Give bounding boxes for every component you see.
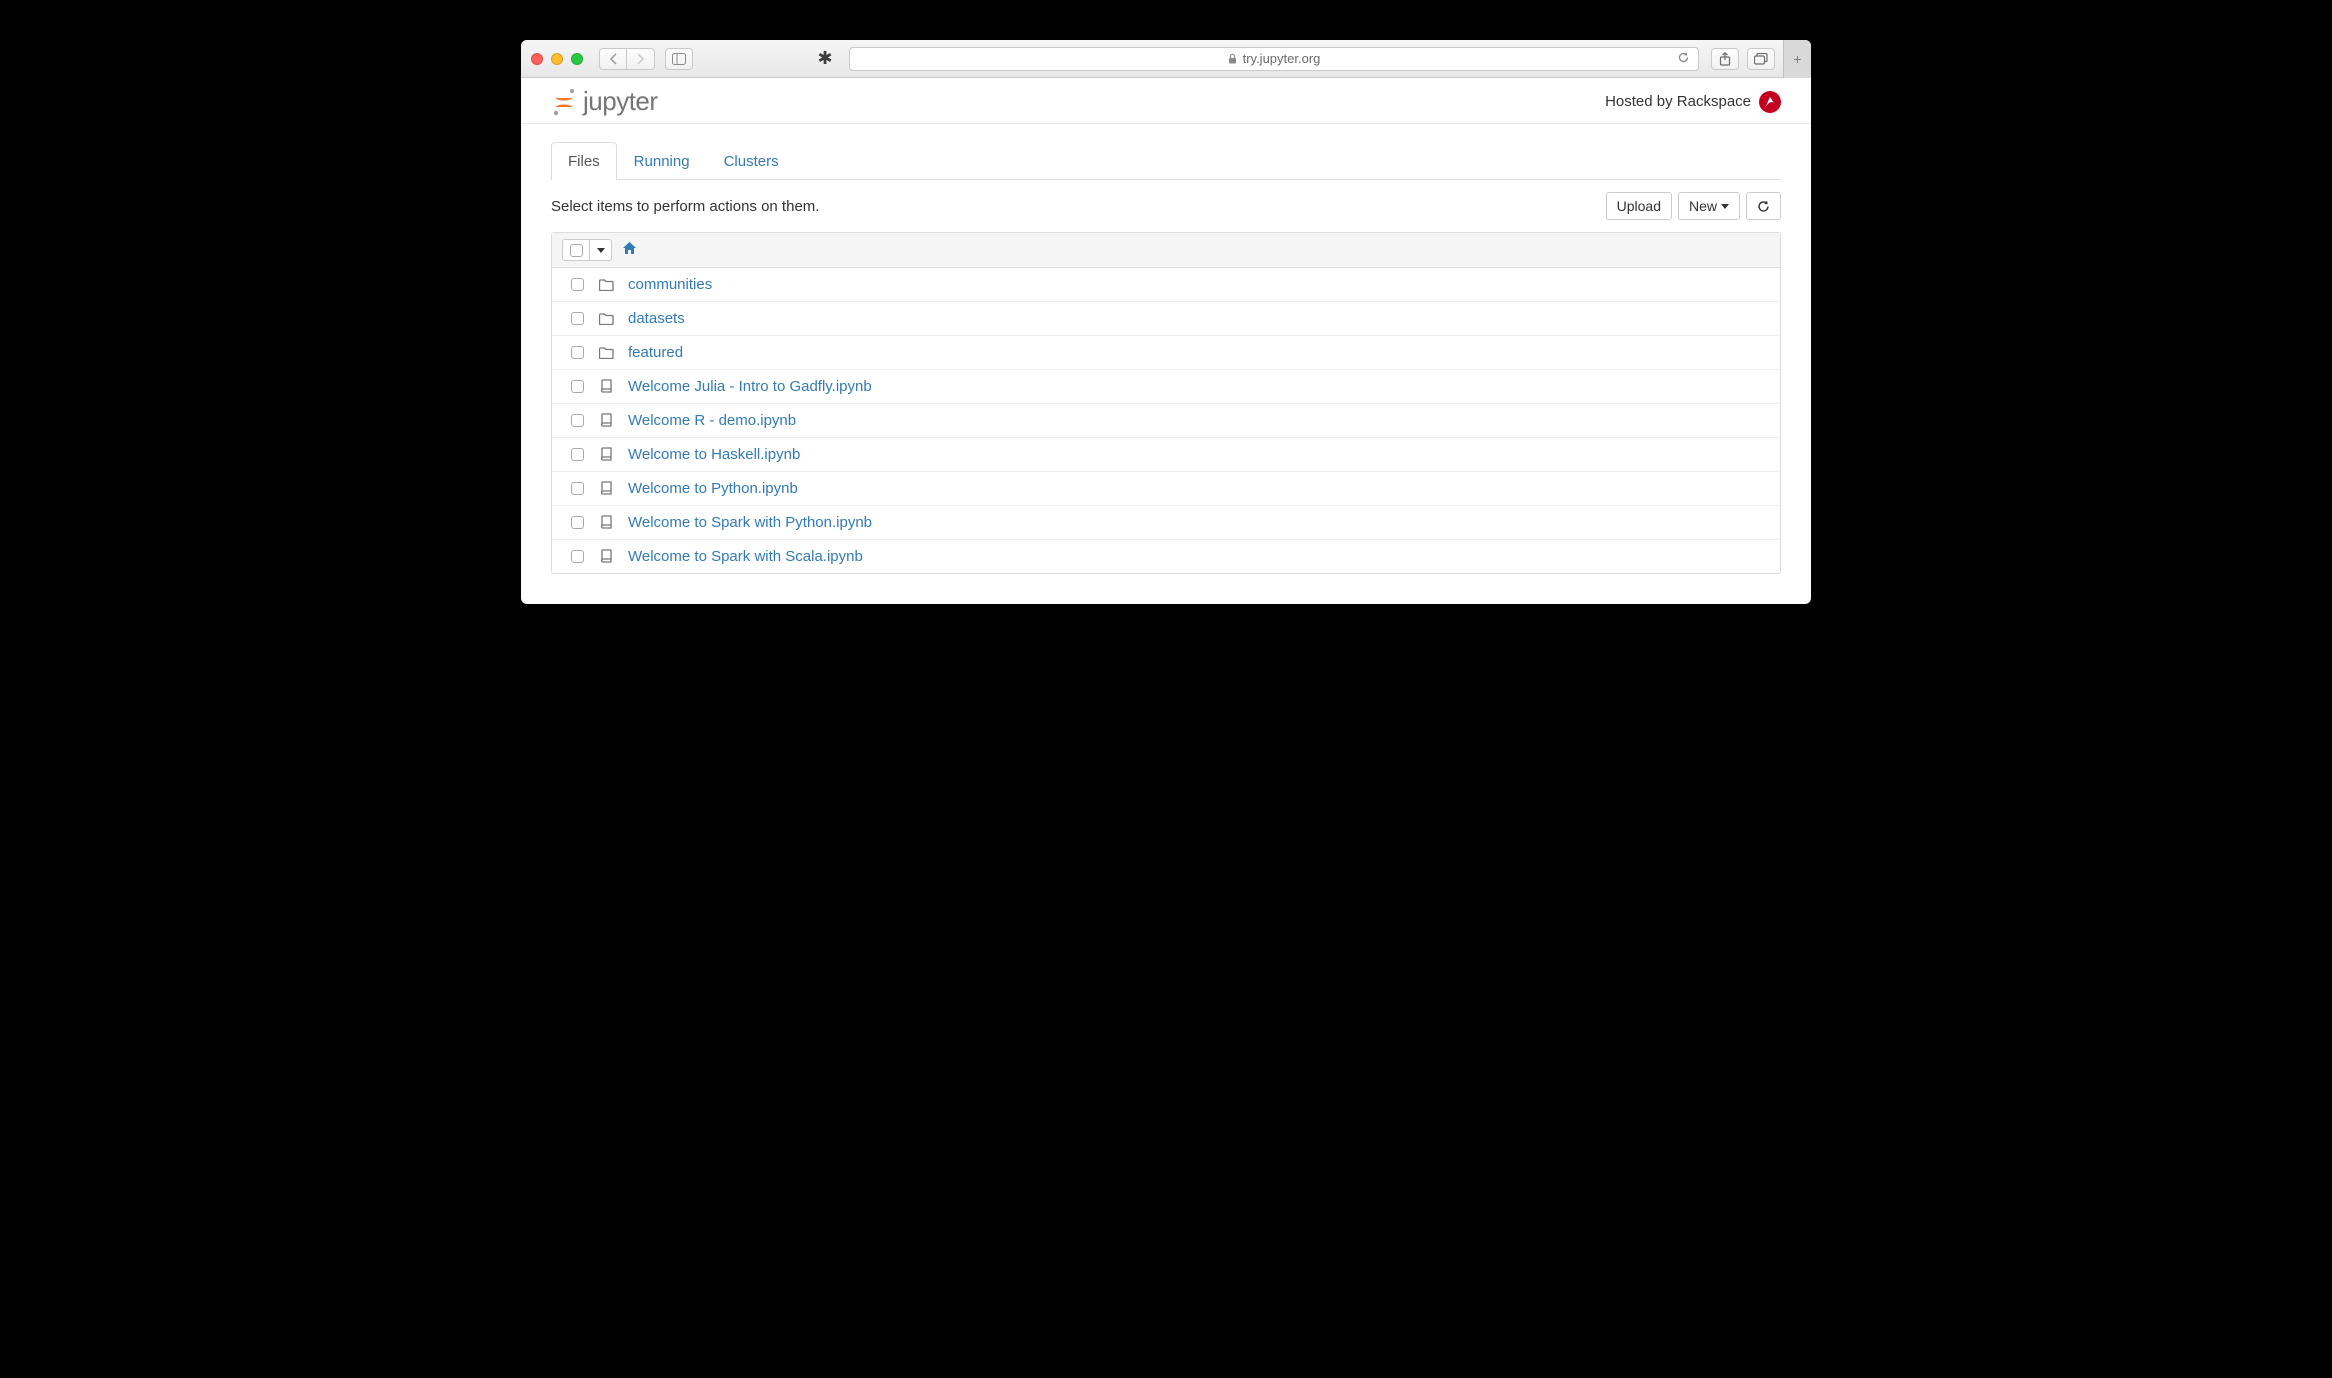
row-checkbox[interactable]	[571, 516, 584, 529]
sidebar-button[interactable]	[665, 48, 693, 70]
reload-icon[interactable]	[1677, 51, 1690, 67]
item-name[interactable]: datasets	[628, 310, 685, 327]
item-name[interactable]: Welcome to Haskell.ipynb	[628, 446, 800, 463]
notebook-icon	[598, 413, 614, 428]
hosted-by-text: Hosted by Rackspace	[1605, 93, 1751, 110]
new-button[interactable]: New	[1678, 192, 1740, 220]
folder-icon	[598, 347, 614, 359]
toolbar-right	[1711, 48, 1775, 70]
row-checkbox[interactable]	[571, 312, 584, 325]
tab-running[interactable]: Running	[617, 142, 707, 180]
close-icon[interactable]	[531, 53, 543, 65]
item-name[interactable]: featured	[628, 344, 683, 361]
actions: Upload New	[1606, 192, 1781, 220]
back-button[interactable]	[599, 48, 627, 70]
tab-clusters[interactable]: Clusters	[707, 142, 796, 180]
breadcrumb-home[interactable]	[622, 241, 637, 259]
maximize-icon[interactable]	[571, 53, 583, 65]
jupyter-icon	[551, 88, 577, 116]
refresh-button[interactable]	[1746, 192, 1781, 220]
notebook-icon	[598, 481, 614, 496]
rackspace-icon	[1759, 91, 1781, 113]
item-name[interactable]: Welcome to Spark with Scala.ipynb	[628, 548, 863, 565]
row-checkbox[interactable]	[571, 414, 584, 427]
tabs-button[interactable]	[1747, 48, 1775, 70]
list-item: Welcome to Spark with Python.ipynb	[552, 506, 1780, 540]
tab-files[interactable]: Files	[551, 142, 617, 180]
browser-window: ✱ try.jupyter.org + jupyte	[521, 40, 1811, 604]
item-name[interactable]: Welcome R - demo.ipynb	[628, 412, 796, 429]
row-checkbox[interactable]	[571, 550, 584, 563]
forward-button[interactable]	[627, 48, 655, 70]
row-checkbox[interactable]	[571, 278, 584, 291]
new-tab-button[interactable]: +	[1783, 40, 1811, 78]
list-item: Welcome R - demo.ipynb	[552, 404, 1780, 438]
home-icon	[622, 241, 637, 255]
minimize-icon[interactable]	[551, 53, 563, 65]
notebook-icon	[598, 379, 614, 394]
file-list: communities datasets featured Welcome Julia…	[551, 232, 1781, 574]
hosted-by[interactable]: Hosted by Rackspace	[1605, 91, 1781, 113]
logo-text: jupyter	[583, 86, 658, 117]
list-header	[552, 233, 1780, 268]
item-name[interactable]: Welcome Julia - Intro to Gadfly.ipynb	[628, 378, 872, 395]
row-checkbox[interactable]	[571, 482, 584, 495]
chevron-down-icon	[597, 248, 605, 253]
item-name[interactable]: Welcome to Python.ipynb	[628, 480, 798, 497]
list-item: Welcome to Haskell.ipynb	[552, 438, 1780, 472]
folder-icon	[598, 313, 614, 325]
content: Files Running Clusters Select items to p…	[521, 142, 1811, 604]
folder-icon	[598, 279, 614, 291]
list-item: Welcome to Python.ipynb	[552, 472, 1780, 506]
traffic-lights	[531, 53, 583, 65]
list-item: Welcome to Spark with Scala.ipynb	[552, 540, 1780, 573]
url-text: try.jupyter.org	[1243, 51, 1321, 66]
tab-bar: Files Running Clusters	[551, 142, 1781, 180]
list-item: communities	[552, 268, 1780, 302]
lock-icon	[1228, 53, 1237, 64]
extension-icon[interactable]: ✱	[813, 48, 837, 70]
address-bar[interactable]: try.jupyter.org	[849, 47, 1699, 71]
notebook-icon	[598, 447, 614, 462]
notebook-icon	[598, 515, 614, 530]
row-checkbox[interactable]	[571, 448, 584, 461]
jupyter-logo[interactable]: jupyter	[551, 86, 658, 117]
item-name[interactable]: communities	[628, 276, 712, 293]
new-button-label: New	[1689, 198, 1717, 214]
list-item: datasets	[552, 302, 1780, 336]
upload-button[interactable]: Upload	[1606, 192, 1672, 220]
row-checkbox[interactable]	[571, 346, 584, 359]
item-name[interactable]: Welcome to Spark with Python.ipynb	[628, 514, 872, 531]
notebook-icon	[598, 549, 614, 564]
nav-buttons	[599, 48, 655, 70]
chevron-down-icon	[1721, 204, 1729, 209]
list-item: featured	[552, 336, 1780, 370]
select-dropdown[interactable]	[590, 239, 612, 261]
select-all-checkbox[interactable]	[562, 239, 590, 261]
share-button[interactable]	[1711, 48, 1739, 70]
titlebar: ✱ try.jupyter.org +	[521, 40, 1811, 78]
toolbar: Select items to perform actions on them.…	[551, 192, 1781, 220]
refresh-icon	[1757, 200, 1770, 213]
row-checkbox[interactable]	[571, 380, 584, 393]
list-item: Welcome Julia - Intro to Gadfly.ipynb	[552, 370, 1780, 404]
hint-text: Select items to perform actions on them.	[551, 198, 819, 215]
page-header: jupyter Hosted by Rackspace	[521, 78, 1811, 124]
